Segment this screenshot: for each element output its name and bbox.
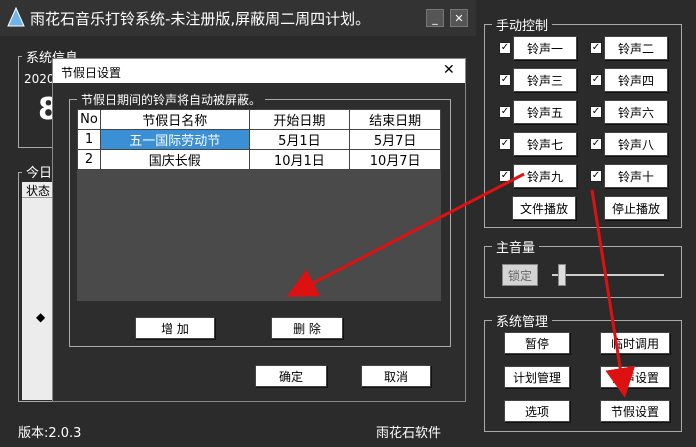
bell-three-button[interactable]: 铃声三 xyxy=(513,68,577,92)
dialog-title: 节假日设置 xyxy=(61,66,122,80)
minimize-button[interactable]: _ xyxy=(426,9,444,27)
col-header-no[interactable]: No xyxy=(77,109,101,130)
bell-two-button[interactable]: 铃声二 xyxy=(604,36,668,60)
bell-six-button[interactable]: 铃声六 xyxy=(604,100,668,124)
add-holiday-button[interactable]: 增 加 xyxy=(135,317,215,339)
bell-one-button[interactable]: 铃声一 xyxy=(513,36,577,60)
table-row[interactable]: 2 国庆长假 10月1日 10月7日 xyxy=(77,149,441,170)
stop-play-button[interactable]: 停止播放 xyxy=(604,196,668,220)
bell-settings-button[interactable]: 铃声设置 xyxy=(600,366,670,388)
ok-button[interactable]: 确定 xyxy=(255,365,327,387)
options-button[interactable]: 选项 xyxy=(504,400,570,422)
today-label: 今日 xyxy=(22,162,57,181)
bell-eight-button[interactable]: 铃声八 xyxy=(604,132,668,156)
company-label: 雨花石软件 xyxy=(376,426,442,441)
manual-control-label: 手动控制 xyxy=(492,15,553,34)
bell-ten-checkbox[interactable]: ✓ xyxy=(590,170,602,182)
bell-nine-button[interactable]: 铃声九 xyxy=(513,164,577,188)
row-end[interactable]: 5月7日 xyxy=(349,129,441,150)
dialog-close-icon[interactable]: ✕ xyxy=(443,62,455,78)
volume-slider-thumb[interactable] xyxy=(558,264,566,286)
bell-ten-button[interactable]: 铃声十 xyxy=(604,164,668,188)
bell-three-checkbox[interactable]: ✓ xyxy=(499,74,511,86)
bell-eight-checkbox[interactable]: ✓ xyxy=(590,138,602,150)
delete-holiday-button[interactable]: 删 除 xyxy=(271,317,343,339)
cancel-button[interactable]: 取消 xyxy=(361,365,431,387)
row-end[interactable]: 10月7日 xyxy=(349,149,441,170)
bell-seven-checkbox[interactable]: ✓ xyxy=(499,138,511,150)
col-header-name[interactable]: 节假日名称 xyxy=(99,109,250,130)
holiday-dialog: 节假日设置 ✕ 节假日期间的铃声将自动被屏蔽。 No 节假日名称 开始日期 结束… xyxy=(52,58,466,402)
volume-slider-track[interactable] xyxy=(552,274,664,276)
app-title: 雨花石音乐打铃系统-未注册版,屏蔽周二周四计划。 xyxy=(30,10,371,28)
bell-four-button[interactable]: 铃声四 xyxy=(604,68,668,92)
main-titlebar: 雨花石音乐打铃系统-未注册版,屏蔽周二周四计划。 _ ✕ xyxy=(0,0,476,36)
volume-lock-button[interactable]: 锁定 xyxy=(502,264,538,286)
table-row[interactable]: 1 五一国际劳动节 5月1日 5月7日 xyxy=(77,129,441,150)
app-logo-icon xyxy=(7,6,25,27)
bell-two-checkbox[interactable]: ✓ xyxy=(590,42,602,54)
version-label: 版本:2.0.3 xyxy=(18,426,82,441)
bell-seven-button[interactable]: 铃声七 xyxy=(513,132,577,156)
row-name[interactable]: 国庆长假 xyxy=(99,149,250,170)
plan-management-button[interactable]: 计划管理 xyxy=(504,366,570,388)
holiday-settings-button[interactable]: 节假设置 xyxy=(600,400,670,422)
row-name[interactable]: 五一国际劳动节 xyxy=(99,129,250,150)
temp-call-button[interactable]: 临时调用 xyxy=(600,332,670,354)
bell-four-checkbox[interactable]: ✓ xyxy=(590,74,602,86)
dialog-titlebar: 节假日设置 ✕ xyxy=(53,59,465,83)
bell-five-checkbox[interactable]: ✓ xyxy=(499,106,511,118)
bell-one-checkbox[interactable]: ✓ xyxy=(499,42,511,54)
close-main-button[interactable]: ✕ xyxy=(450,9,468,27)
holiday-grid[interactable]: No 节假日名称 开始日期 结束日期 1 五一国际劳动节 5月1日 5月7日 2… xyxy=(77,109,441,301)
system-management-label: 系统管理 xyxy=(492,311,553,330)
holiday-group-label: 节假日期间的铃声将自动被屏蔽。 xyxy=(77,91,266,108)
bell-five-button[interactable]: 铃声五 xyxy=(513,100,577,124)
row-no[interactable]: 2 xyxy=(77,149,101,170)
bell-six-checkbox[interactable]: ✓ xyxy=(590,106,602,118)
file-play-button[interactable]: 文件播放 xyxy=(512,196,576,220)
current-row-marker-icon: ◆ xyxy=(36,310,46,324)
col-header-end[interactable]: 结束日期 xyxy=(349,109,441,130)
volume-label: 主音量 xyxy=(492,237,540,256)
pause-button[interactable]: 暂停 xyxy=(504,332,570,354)
sys-info-year: 2020 xyxy=(24,72,55,86)
col-header-start[interactable]: 开始日期 xyxy=(248,109,351,130)
row-no[interactable]: 1 xyxy=(77,129,101,150)
row-start[interactable]: 5月1日 xyxy=(248,129,351,150)
row-start[interactable]: 10月1日 xyxy=(248,149,351,170)
bell-nine-checkbox[interactable]: ✓ xyxy=(499,170,511,182)
